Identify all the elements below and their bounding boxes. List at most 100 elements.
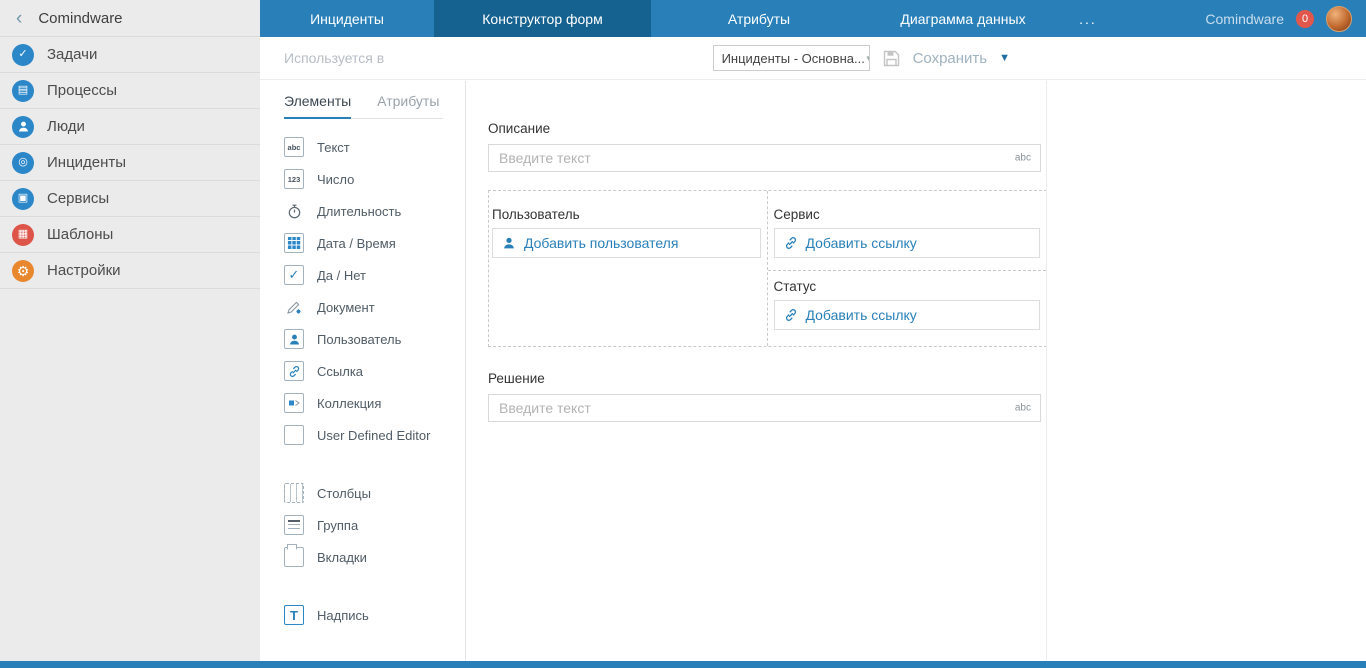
incidents-icon: ◎ xyxy=(12,151,34,174)
palette-item-label: Длительность xyxy=(317,203,402,219)
user-icon xyxy=(502,236,516,250)
sidebar-item-tasks[interactable]: ✓ Задачи xyxy=(0,37,260,73)
tabs-icon xyxy=(284,544,304,567)
palette-item-label: Пользователь xyxy=(317,331,402,347)
app-title: Comindware xyxy=(38,9,123,27)
sidebar-item-processes[interactable]: ▤ Процессы xyxy=(0,73,260,109)
palette-item-datetime[interactable]: Дата / Время xyxy=(260,227,465,259)
field-type-hint: abc xyxy=(1014,402,1031,414)
field-description: Описание abc xyxy=(488,121,1041,172)
blank-editor-icon xyxy=(284,425,304,445)
add-user-label: Добавить пользователя xyxy=(524,235,679,251)
tab-form-builder[interactable]: Конструктор форм xyxy=(434,0,651,37)
sidebar-item-label: Настройки xyxy=(47,262,121,279)
save-dropdown-chevron-icon[interactable]: ▼ xyxy=(999,52,1010,64)
number-123-icon: 123 xyxy=(284,169,304,189)
sidebar-header: ‹ Comindware xyxy=(0,0,260,37)
palette-item-duration[interactable]: Длительность xyxy=(260,195,465,227)
columns-icon xyxy=(284,483,304,503)
palette-item-user[interactable]: Пользователь xyxy=(260,323,465,355)
palette-item-tabs[interactable]: Вкладки xyxy=(260,541,465,573)
form-selector-dropdown[interactable]: Инциденты - Основна... ▼ xyxy=(712,45,870,71)
sidebar-item-label: Процессы xyxy=(47,82,118,99)
sidebar-item-templates[interactable]: ▦ Шаблоны xyxy=(0,217,260,253)
add-service-link-label: Добавить ссылку xyxy=(805,235,917,251)
description-input[interactable] xyxy=(488,144,1041,172)
field-label: Сервис xyxy=(773,207,820,222)
calendar-icon xyxy=(284,233,304,253)
used-in-label: Используется в xyxy=(284,50,385,66)
right-empty-pane xyxy=(1046,81,1366,661)
palette-item-label: Да / Нет xyxy=(317,267,367,283)
select-caret-icon: ▼ xyxy=(865,54,869,63)
user-avatar[interactable] xyxy=(1326,5,1352,32)
collapse-sidebar-chevron-icon[interactable]: ‹ xyxy=(16,9,22,28)
palette-item-document[interactable]: Документ xyxy=(260,291,465,323)
sidebar-item-label: Задачи xyxy=(47,46,98,63)
palette-item-label: Столбцы xyxy=(317,485,371,501)
solution-input-wrap: abc xyxy=(488,394,1041,422)
sidebar-item-people[interactable]: Люди xyxy=(0,109,260,145)
palette-item-columns[interactable]: Столбцы xyxy=(260,477,465,509)
field-label: Решение xyxy=(488,371,545,386)
bottom-accent-bar xyxy=(0,661,1366,668)
sidebar: ‹ Comindware ✓ Задачи ▤ Процессы Люди ◎ … xyxy=(0,0,260,661)
sidebar-item-settings[interactable]: ⚙ Настройки xyxy=(0,253,260,289)
link-icon xyxy=(284,361,304,381)
field-service: Сервис Добавить ссылку xyxy=(767,191,1046,271)
add-service-link-button[interactable]: Добавить ссылку xyxy=(773,228,1040,258)
palette-item-label-text[interactable]: T Надпись xyxy=(260,599,465,631)
text-abc-icon: abc xyxy=(284,137,304,157)
add-user-button[interactable]: Добавить пользователя xyxy=(492,228,761,258)
sidebar-nav: ✓ Задачи ▤ Процессы Люди ◎ Инциденты ▣ С… xyxy=(0,37,260,289)
notification-badge[interactable]: 0 xyxy=(1296,9,1314,28)
solution-input[interactable] xyxy=(488,394,1041,422)
topbar-right: Comindware 0 xyxy=(1205,0,1366,37)
palette-item-label: Дата / Время xyxy=(317,235,396,251)
sidebar-item-label: Инциденты xyxy=(47,154,127,171)
settings-gear-icon: ⚙ xyxy=(12,259,34,282)
tab-incidents[interactable]: Инциденты xyxy=(260,0,434,37)
field-solution: Решение abc xyxy=(488,371,1041,422)
group-icon xyxy=(284,515,304,535)
palette-item-label: Вкладки xyxy=(317,549,367,565)
document-icon xyxy=(284,297,304,317)
save-button[interactable]: Сохранить xyxy=(913,50,988,67)
app-window: ‹ Comindware ✓ Задачи ▤ Процессы Люди ◎ … xyxy=(0,0,1366,668)
tab-attributes[interactable]: Атрибуты xyxy=(651,0,867,37)
label-t-icon: T xyxy=(284,605,304,625)
sidebar-item-label: Люди xyxy=(47,118,85,135)
templates-icon: ▦ xyxy=(12,223,34,246)
palette-item-number[interactable]: 123 Число xyxy=(260,163,465,195)
palette-item-link[interactable]: Ссылка xyxy=(260,355,465,387)
palette-tab-elements[interactable]: Элементы xyxy=(284,93,352,119)
palette-item-text[interactable]: abc Текст xyxy=(260,131,465,163)
add-status-link-button[interactable]: Добавить ссылку xyxy=(773,300,1040,330)
description-input-wrap: abc xyxy=(488,144,1041,172)
checkbox-icon: ✓ xyxy=(284,265,304,285)
add-status-link-label: Добавить ссылку xyxy=(805,307,917,323)
sidebar-item-label: Шаблоны xyxy=(47,226,114,243)
services-icon: ▣ xyxy=(12,187,34,210)
palette-item-yesno[interactable]: ✓ Да / Нет xyxy=(260,259,465,291)
link-icon xyxy=(784,308,798,322)
palette-item-label: Документ xyxy=(317,299,375,315)
palette-item-collection[interactable]: Коллекция xyxy=(260,387,465,419)
palette-item-group[interactable]: Группа xyxy=(260,509,465,541)
palette-tab-attributes[interactable]: Атрибуты xyxy=(377,93,439,118)
palette-group-gap xyxy=(260,451,465,477)
palette-item-label: Текст xyxy=(317,139,350,155)
save-disk-icon[interactable] xyxy=(882,49,901,68)
sidebar-item-incidents[interactable]: ◎ Инциденты xyxy=(0,145,260,181)
field-label: Статус xyxy=(773,279,817,294)
brand-label: Comindware xyxy=(1205,10,1284,27)
tab-data-diagram[interactable]: Диаграмма данных xyxy=(867,0,1059,37)
palette-item-label: Коллекция xyxy=(317,395,382,411)
palette-item-user-defined-editor[interactable]: User Defined Editor xyxy=(260,419,465,451)
palette-item-label: User Defined Editor xyxy=(317,427,431,443)
toolbar-cluster: Инциденты - Основна... ▼ Сохранить ▼ xyxy=(712,45,1010,71)
field-user: Пользователь Добавить пользователя xyxy=(489,191,768,346)
sidebar-item-services[interactable]: ▣ Сервисы xyxy=(0,181,260,217)
tab-more[interactable]: ... xyxy=(1059,0,1117,37)
columns-layout-panel: Пользователь Добавить пользователя Серви… xyxy=(488,190,1047,347)
